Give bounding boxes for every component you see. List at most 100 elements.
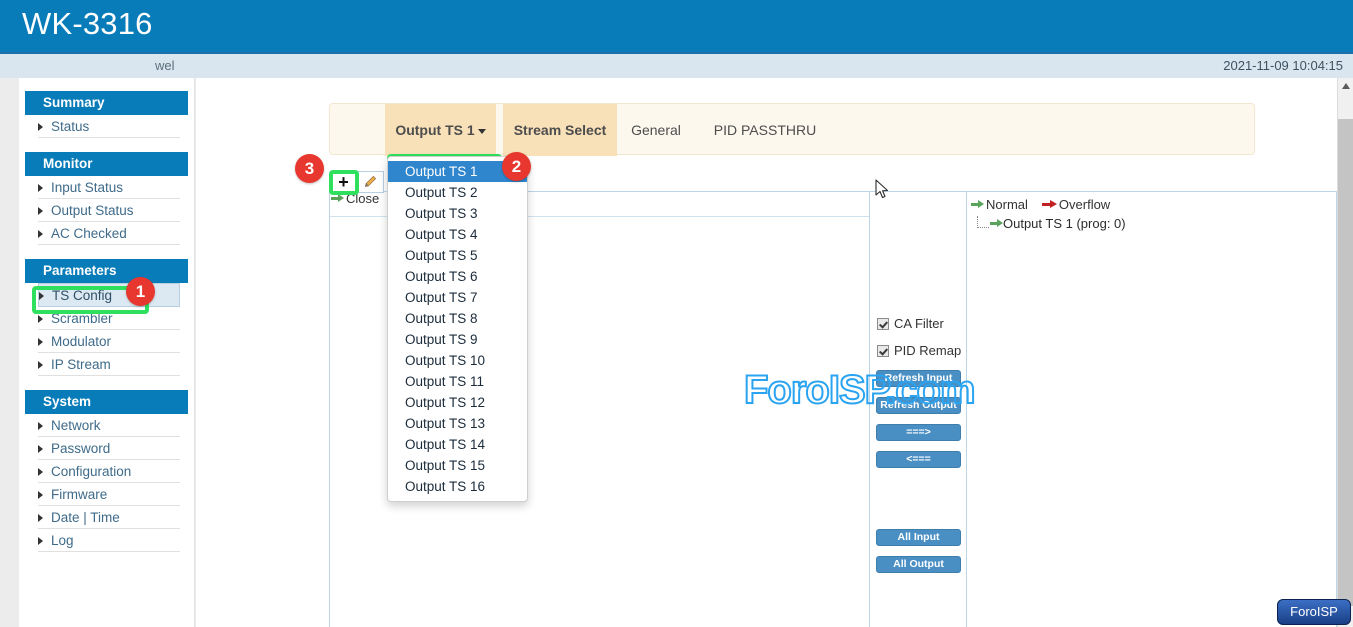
tab-general[interactable]: General bbox=[617, 104, 695, 156]
caret-right-icon bbox=[38, 361, 43, 369]
tab-output-ts[interactable]: Output TS 1 bbox=[385, 104, 496, 156]
sidebar-item-label: Status bbox=[51, 119, 89, 134]
move-right-button[interactable]: ===> bbox=[876, 424, 961, 441]
sidebar-item-status[interactable]: Status bbox=[38, 115, 180, 138]
caret-right-icon bbox=[38, 422, 43, 430]
caret-right-icon bbox=[38, 514, 43, 522]
tree-node-label: Output TS 1 (prog: 0) bbox=[1003, 216, 1126, 231]
caret-right-icon bbox=[38, 445, 43, 453]
arrow-right-green-icon bbox=[990, 219, 1003, 228]
sidebar-section-system: System Network Password Configuration bbox=[19, 390, 194, 552]
dropdown-item-output-ts-16[interactable]: Output TS 16 bbox=[388, 476, 527, 497]
sidebar-item-modulator[interactable]: Modulator bbox=[38, 330, 180, 353]
close-label: Close bbox=[346, 191, 379, 206]
sidebar-item-ip-stream[interactable]: IP Stream bbox=[38, 353, 180, 376]
datetime-text: 2021-11-09 10:04:15 bbox=[1223, 58, 1343, 73]
pid-remap-checkbox[interactable]: PID Remap bbox=[877, 343, 961, 358]
dropdown-item-output-ts-2[interactable]: Output TS 2 bbox=[388, 182, 527, 203]
tree-elbow-icon bbox=[977, 216, 989, 228]
dropdown-item-output-ts-11[interactable]: Output TS 11 bbox=[388, 371, 527, 392]
sidebar-item-label: IP Stream bbox=[51, 357, 111, 372]
arrow-right-green-icon bbox=[331, 194, 344, 203]
watermark-badge: ForoISP bbox=[1277, 599, 1351, 625]
sidebar-item-label: Configuration bbox=[51, 464, 131, 479]
add-button[interactable]: + bbox=[330, 171, 357, 193]
dropdown-item-output-ts-8[interactable]: Output TS 8 bbox=[388, 308, 527, 329]
step-badge-3: 3 bbox=[295, 154, 324, 183]
dropdown-item-output-ts-10[interactable]: Output TS 10 bbox=[388, 350, 527, 371]
tree-node-output-ts-1[interactable]: Output TS 1 (prog: 0) bbox=[977, 216, 1126, 231]
sidebar-heading-parameters: Parameters bbox=[25, 259, 188, 283]
all-input-button[interactable]: All Input bbox=[876, 529, 961, 546]
scroll-up-icon[interactable] bbox=[1342, 83, 1350, 89]
pid-remap-label: PID Remap bbox=[894, 343, 961, 358]
plus-icon: + bbox=[338, 173, 349, 191]
sidebar-item-label: Firmware bbox=[51, 487, 107, 502]
sidebar-item-log[interactable]: Log bbox=[38, 529, 180, 552]
tab-pid-passthru[interactable]: PID PASSTHRU bbox=[695, 104, 835, 156]
dropdown-item-output-ts-7[interactable]: Output TS 7 bbox=[388, 287, 527, 308]
pencil-icon bbox=[363, 175, 377, 189]
sidebar-item-label: Input Status bbox=[51, 180, 123, 195]
step-badge-1: 1 bbox=[126, 277, 155, 306]
checkbox-checked-icon bbox=[877, 318, 889, 330]
dropdown-item-output-ts-4[interactable]: Output TS 4 bbox=[388, 224, 527, 245]
legend-normal: Normal bbox=[971, 197, 1028, 212]
dropdown-item-output-ts-12[interactable]: Output TS 12 bbox=[388, 392, 527, 413]
tree-legend: Normal Overflow bbox=[971, 197, 1110, 212]
sidebar-item-network[interactable]: Network bbox=[38, 414, 180, 437]
edit-button[interactable] bbox=[357, 171, 384, 193]
welcome-text: wel bbox=[155, 58, 185, 73]
refresh-output-button[interactable]: Refresh Output bbox=[876, 397, 961, 414]
all-output-button[interactable]: All Output bbox=[876, 556, 961, 573]
caret-right-icon bbox=[38, 315, 43, 323]
legend-overflow: Overflow bbox=[1042, 197, 1110, 212]
transfer-controls: CA Filter PID Remap Refresh Input Refres… bbox=[870, 191, 968, 627]
caret-right-icon bbox=[38, 537, 43, 545]
main-content: Output TS 1 Stream Select General PID PA… bbox=[196, 78, 1337, 627]
legend-normal-label: Normal bbox=[986, 197, 1028, 212]
output-tree-panel: Normal Overflow Output TS 1 (prog: 0) bbox=[966, 191, 1337, 627]
sidebar-navigation: Summary Status Monitor Input Status bbox=[19, 78, 195, 627]
page-title: WK-3316 bbox=[22, 6, 153, 42]
caret-right-icon bbox=[38, 491, 43, 499]
dropdown-item-output-ts-3[interactable]: Output TS 3 bbox=[388, 203, 527, 224]
sidebar-item-ac-checked[interactable]: AC Checked bbox=[38, 222, 180, 245]
ca-filter-checkbox[interactable]: CA Filter bbox=[877, 316, 944, 331]
arrow-right-red-icon bbox=[1042, 200, 1057, 209]
sidebar-item-configuration[interactable]: Configuration bbox=[38, 460, 180, 483]
sidebar-item-date-time[interactable]: Date | Time bbox=[38, 506, 180, 529]
sidebar-heading-monitor: Monitor bbox=[25, 152, 188, 176]
status-strip: wel 2021-11-09 10:04:15 bbox=[0, 52, 1353, 78]
sidebar-item-label: Network bbox=[51, 418, 101, 433]
sidebar-item-input-status[interactable]: Input Status bbox=[38, 176, 180, 199]
sidebar-item-label: AC Checked bbox=[51, 226, 127, 241]
refresh-input-button[interactable]: Refresh Input bbox=[876, 370, 961, 387]
dropdown-item-output-ts-9[interactable]: Output TS 9 bbox=[388, 329, 527, 350]
sidebar-item-label: Output Status bbox=[51, 203, 134, 218]
list-toolbar: + bbox=[330, 171, 384, 193]
step-badge-2: 2 bbox=[502, 152, 531, 181]
sidebar-item-password[interactable]: Password bbox=[38, 437, 180, 460]
tab-output-ts-label: Output TS 1 bbox=[395, 122, 474, 138]
dropdown-item-output-ts-6[interactable]: Output TS 6 bbox=[388, 266, 527, 287]
sidebar-item-firmware[interactable]: Firmware bbox=[38, 483, 180, 506]
sidebar-item-scrambler[interactable]: Scrambler bbox=[38, 307, 180, 330]
dropdown-item-output-ts-15[interactable]: Output TS 15 bbox=[388, 455, 527, 476]
sidebar-item-output-status[interactable]: Output Status bbox=[38, 199, 180, 222]
dropdown-item-output-ts-13[interactable]: Output TS 13 bbox=[388, 413, 527, 434]
caret-right-icon bbox=[38, 123, 43, 131]
tab-stream-select[interactable]: Stream Select bbox=[503, 104, 617, 156]
sidebar-item-ts-config[interactable]: TS Config bbox=[38, 283, 180, 307]
chevron-down-icon bbox=[478, 129, 486, 134]
vertical-scrollbar[interactable] bbox=[1337, 78, 1353, 627]
move-left-button[interactable]: <=== bbox=[876, 451, 961, 468]
caret-right-icon bbox=[38, 338, 43, 346]
dropdown-item-output-ts-14[interactable]: Output TS 14 bbox=[388, 434, 527, 455]
caret-right-icon bbox=[38, 207, 43, 215]
arrow-right-green-icon bbox=[971, 200, 984, 209]
scrollbar-thumb[interactable] bbox=[1338, 119, 1353, 606]
dropdown-item-output-ts-5[interactable]: Output TS 5 bbox=[388, 245, 527, 266]
ca-filter-label: CA Filter bbox=[894, 316, 944, 331]
sidebar-item-label: TS Config bbox=[52, 288, 112, 303]
